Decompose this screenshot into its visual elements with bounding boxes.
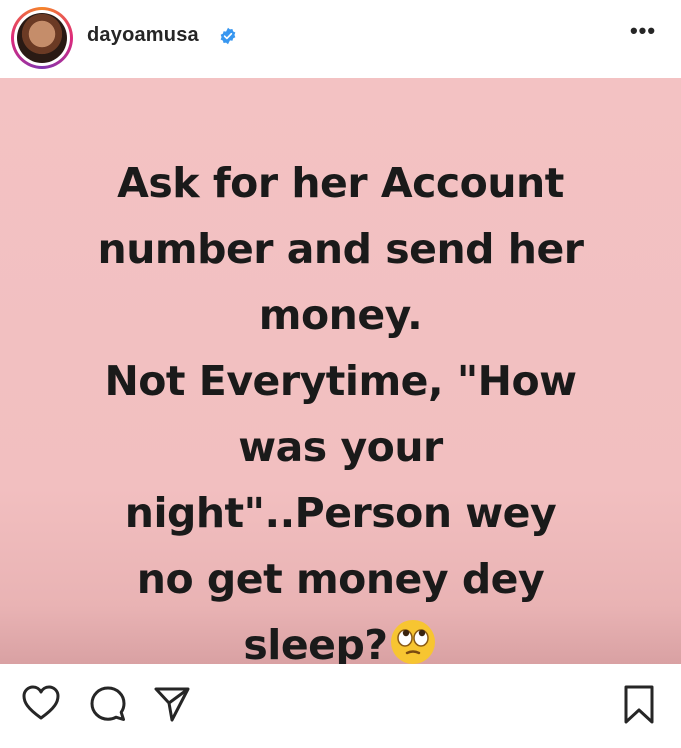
story-ring[interactable] <box>11 7 73 69</box>
username-link[interactable]: dayoamusa <box>87 24 199 47</box>
post-image[interactable]: Ask for her Account number and send her … <box>0 78 681 664</box>
avatar[interactable] <box>17 13 67 63</box>
post-caption-text: Ask for her Account number and send her … <box>20 150 661 664</box>
post-header: dayoamusa ••• <box>0 0 681 78</box>
heart-icon[interactable] <box>21 684 61 722</box>
rolling-eyes-emoji-icon <box>390 620 435 664</box>
avatar-frame <box>14 10 70 66</box>
text-line-7: no get money dey <box>136 555 545 603</box>
text-line-8: sleep? <box>243 621 388 664</box>
verified-badge-icon <box>220 27 236 45</box>
text-line-5: was your <box>238 423 443 471</box>
text-line-4: Not Everytime, "How <box>104 357 577 405</box>
text-line-8-wrap: sleep? <box>20 612 661 664</box>
bookmark-icon[interactable] <box>619 684 659 726</box>
post-actions-bar <box>0 664 681 748</box>
text-line-2: number and send her <box>97 225 584 273</box>
text-line-6: night"..Person wey <box>124 489 557 537</box>
text-line-3: money. <box>258 291 423 339</box>
paper-plane-icon[interactable] <box>152 684 192 724</box>
comment-icon[interactable] <box>88 684 128 724</box>
more-options-button[interactable]: ••• <box>627 20 659 50</box>
text-line-1: Ask for her Account <box>117 159 564 207</box>
